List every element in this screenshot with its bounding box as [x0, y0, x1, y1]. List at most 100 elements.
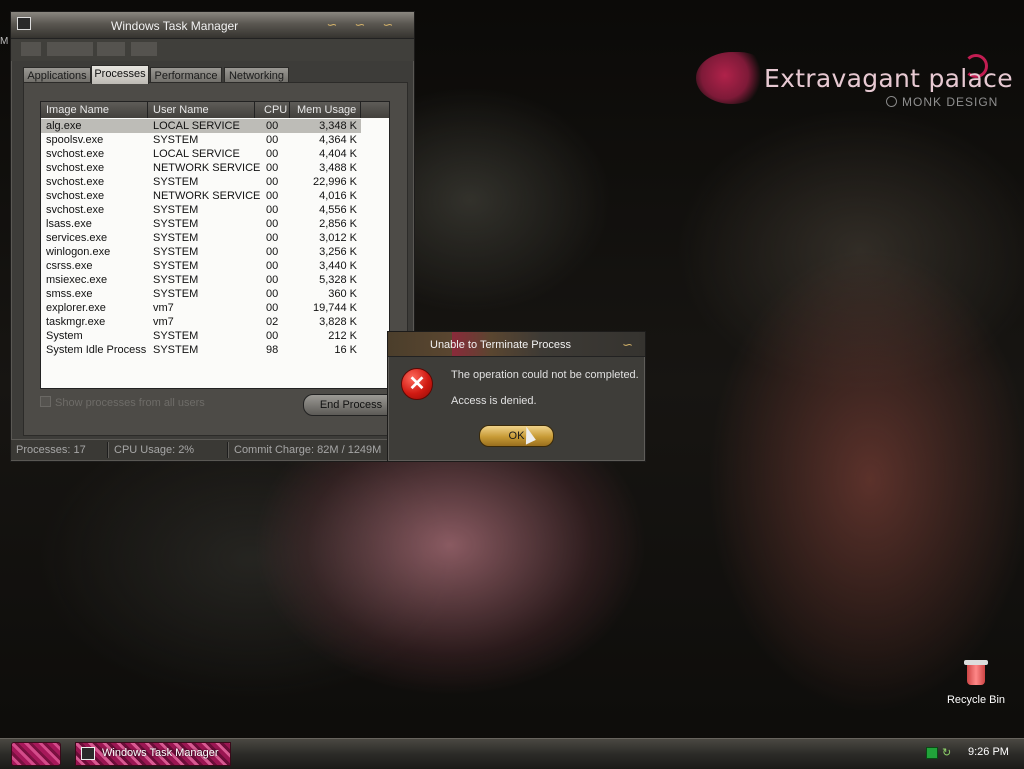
menu-file[interactable] — [21, 42, 41, 56]
process-cpu: 00 — [266, 162, 279, 174]
process-list-scroll-area — [361, 118, 389, 388]
taskbar-button-task-manager[interactable]: Windows Task Manager — [75, 742, 231, 766]
processes-panel: Image Name User Name CPU Mem Usage alg.e… — [23, 82, 408, 436]
start-button[interactable] — [11, 742, 61, 766]
process-row[interactable]: smss.exe SYSTEM 00 360 K — [41, 287, 361, 301]
process-row[interactable]: msiexec.exe SYSTEM 00 5,328 K — [41, 273, 361, 287]
process-image-name: System — [46, 330, 83, 342]
process-row[interactable]: svchost.exe NETWORK SERVICE 00 3,488 K — [41, 161, 361, 175]
process-row[interactable]: svchost.exe SYSTEM 00 4,556 K — [41, 203, 361, 217]
process-row[interactable]: explorer.exe vm7 00 19,744 K — [41, 301, 361, 315]
process-row[interactable]: alg.exe LOCAL SERVICE 00 3,348 K — [41, 119, 361, 133]
process-user-name: SYSTEM — [153, 288, 199, 300]
process-mem-usage: 212 K — [328, 330, 357, 342]
taskbar-button-label: Windows Task Manager — [102, 747, 219, 759]
logo-subtitle-text: MONK DESIGN — [902, 95, 999, 109]
process-user-name: SYSTEM — [153, 134, 199, 146]
status-commit-charge: Commit Charge: 82M / 1249M — [234, 444, 382, 456]
process-mem-usage: 3,828 K — [319, 316, 357, 328]
menu-options[interactable] — [47, 42, 93, 56]
menu-view[interactable] — [97, 42, 125, 56]
recycle-bin-label: Recycle Bin — [946, 694, 1006, 706]
process-image-name: msiexec.exe — [46, 274, 108, 286]
checkbox-box[interactable] — [40, 396, 51, 407]
process-image-name: spoolsv.exe — [46, 134, 104, 146]
process-user-name: SYSTEM — [153, 204, 199, 216]
close-button[interactable]: ∽ — [377, 18, 399, 31]
process-image-name: System Idle Process — [46, 344, 147, 356]
recycle-bin-desktop-icon[interactable]: Recycle Bin — [944, 660, 1008, 710]
dialog-message-line1: The operation could not be completed. — [451, 369, 639, 381]
minimize-button[interactable]: ∽ — [321, 18, 343, 31]
process-row[interactable]: svchost.exe SYSTEM 00 22,996 K — [41, 175, 361, 189]
process-cpu: 98 — [266, 344, 279, 356]
process-row[interactable]: svchost.exe LOCAL SERVICE 00 4,404 K — [41, 147, 361, 161]
process-cpu: 00 — [266, 274, 279, 286]
tray-network-icon[interactable] — [926, 747, 938, 759]
process-image-name: explorer.exe — [46, 302, 106, 314]
process-row[interactable]: svchost.exe NETWORK SERVICE 00 4,016 K — [41, 189, 361, 203]
column-cpu[interactable]: CPU — [264, 104, 287, 116]
column-user-name[interactable]: User Name — [153, 104, 209, 116]
process-cpu: 00 — [266, 246, 279, 258]
task-manager-title: Windows Task Manager — [111, 19, 239, 33]
process-cpu: 00 — [266, 120, 279, 132]
process-mem-usage: 4,556 K — [319, 204, 357, 216]
process-row[interactable]: spoolsv.exe SYSTEM 00 4,364 K — [41, 133, 361, 147]
process-mem-usage: 3,488 K — [319, 162, 357, 174]
process-list[interactable]: Image Name User Name CPU Mem Usage alg.e… — [40, 101, 390, 389]
process-mem-usage: 5,328 K — [319, 274, 357, 286]
process-cpu: 00 — [266, 330, 279, 342]
ok-button[interactable]: OK — [479, 425, 554, 447]
process-mem-usage: 16 K — [334, 344, 357, 356]
process-mem-usage: 3,348 K — [319, 120, 357, 132]
process-image-name: taskmgr.exe — [46, 316, 106, 328]
task-manager-titlebar[interactable]: Windows Task Manager ∽ ∽ ∽ — [11, 12, 414, 39]
dialog-message-line2: Access is denied. — [451, 395, 537, 407]
process-user-name: NETWORK SERVICE — [153, 162, 261, 174]
process-mem-usage: 2,856 K — [319, 218, 357, 230]
maximize-button[interactable]: ∽ — [349, 18, 371, 31]
process-mem-usage: 4,016 K — [319, 190, 357, 202]
process-user-name: SYSTEM — [153, 176, 199, 188]
error-dialog: Unable to Terminate Process ∽ ✕ The oper… — [387, 331, 646, 462]
process-row[interactable]: System SYSTEM 00 212 K — [41, 329, 361, 343]
process-cpu: 00 — [266, 190, 279, 202]
process-mem-usage: 3,256 K — [319, 246, 357, 258]
dialog-titlebar[interactable]: Unable to Terminate Process ∽ — [388, 332, 645, 357]
process-cpu: 00 — [266, 176, 279, 188]
error-icon: ✕ — [401, 368, 433, 400]
show-all-processes-checkbox[interactable]: Show processes from all users — [40, 396, 240, 410]
dialog-close-button[interactable]: ∽ — [622, 337, 633, 353]
process-user-name: SYSTEM — [153, 344, 199, 356]
show-all-label: Show processes from all users — [55, 397, 205, 409]
taskbar: Windows Task Manager — [0, 738, 1024, 769]
process-cpu: 00 — [266, 260, 279, 272]
tab-processes[interactable]: Processes — [91, 65, 149, 84]
process-user-name: SYSTEM — [153, 232, 199, 244]
tray-arrow-icon[interactable]: ↻ — [942, 746, 951, 759]
process-image-name: smss.exe — [46, 288, 93, 300]
process-image-name: svchost.exe — [46, 162, 105, 174]
process-mem-usage: 19,744 K — [312, 302, 357, 314]
process-row[interactable]: services.exe SYSTEM 00 3,012 K — [41, 231, 361, 245]
process-user-name: SYSTEM — [153, 260, 199, 272]
process-user-name: LOCAL SERVICE — [153, 148, 240, 160]
process-row[interactable]: System Idle Process SYSTEM 98 16 K — [41, 343, 361, 357]
process-row[interactable]: taskmgr.exe vm7 02 3,828 K — [41, 315, 361, 329]
process-row[interactable]: winlogon.exe SYSTEM 00 3,256 K — [41, 245, 361, 259]
process-row[interactable]: lsass.exe SYSTEM 00 2,856 K — [41, 217, 361, 231]
process-image-name: svchost.exe — [46, 148, 105, 160]
process-list-header: Image Name User Name CPU Mem Usage — [41, 102, 389, 118]
recycle-bin-icon — [964, 660, 988, 686]
process-row[interactable]: csrss.exe SYSTEM 00 3,440 K — [41, 259, 361, 273]
logo-swirl-icon — [696, 52, 768, 104]
tab-strip: Applications Processes Performance Netwo… — [23, 65, 404, 84]
process-image-name: winlogon.exe — [46, 246, 111, 258]
end-process-button[interactable]: End Process — [303, 394, 399, 416]
task-manager-taskbar-icon — [81, 747, 95, 760]
column-mem-usage[interactable]: Mem Usage — [297, 104, 356, 116]
column-image-name[interactable]: Image Name — [46, 104, 109, 116]
taskbar-clock[interactable]: 9:26 PM — [968, 746, 1009, 758]
menu-help[interactable] — [131, 42, 157, 56]
